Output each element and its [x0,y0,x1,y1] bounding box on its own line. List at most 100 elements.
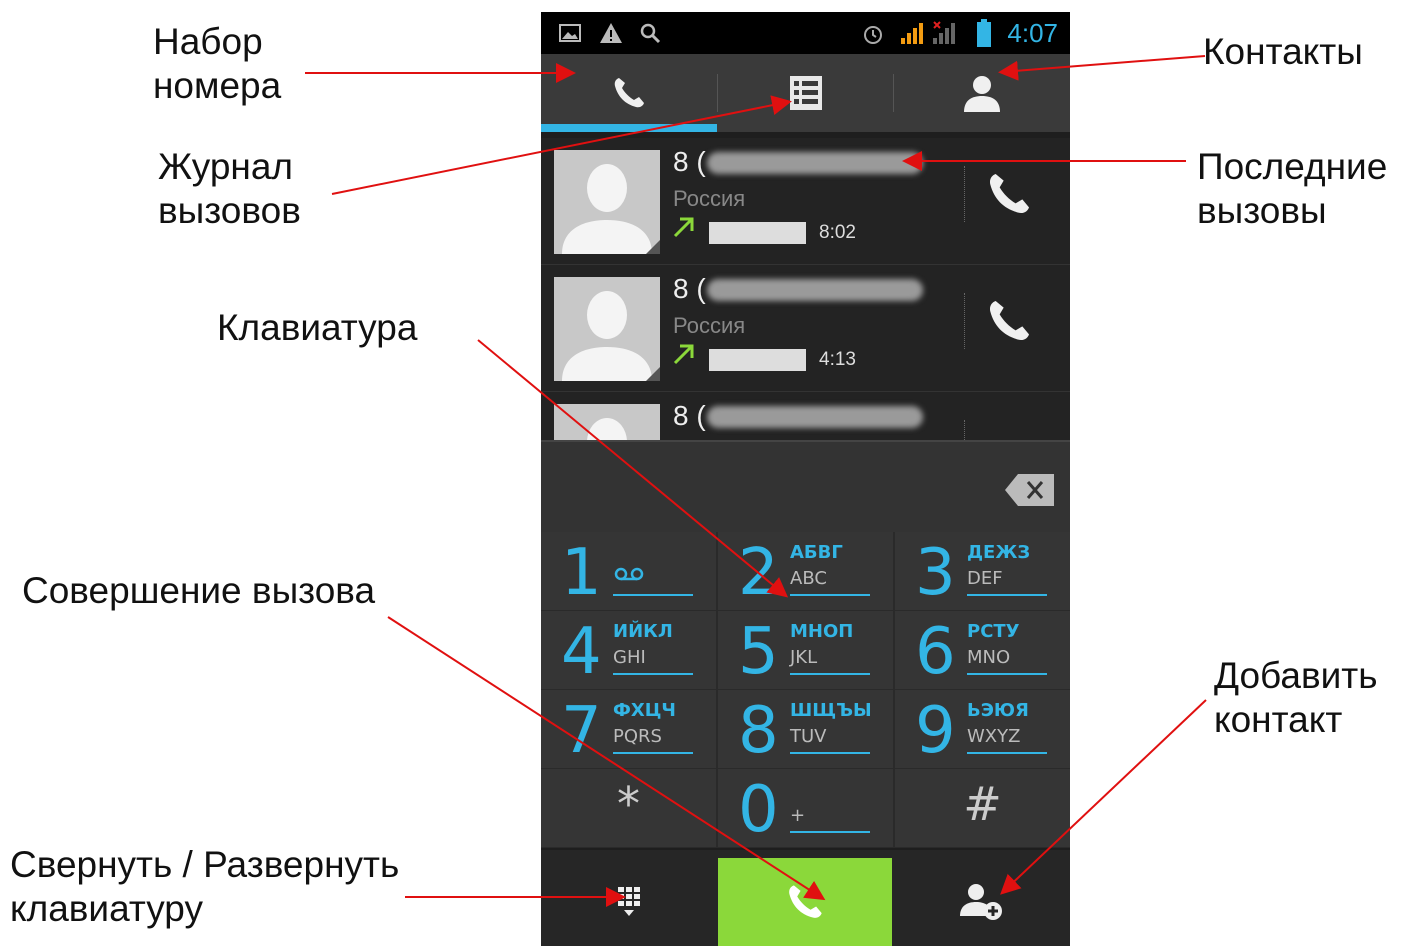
key-digit: 0 [738,773,779,847]
key-digit: 3 [915,536,956,610]
key-letters-latin: JKL [790,647,818,668]
key-7[interactable]: 7 ФХЦЧ PQRS [541,690,716,768]
tab-contacts[interactable] [894,54,1070,132]
toggle-keypad-button[interactable] [541,858,717,946]
key-letters-latin: PQRS [613,726,662,747]
call-country: Россия [673,186,746,211]
digits-field[interactable] [541,440,1070,534]
person-icon [964,76,1000,112]
signal-icon [901,23,923,44]
key-digit: 5 [738,615,779,689]
call-number: 8 ( [673,273,706,304]
phone-screen: 4:07 8 ( Россия 8:02 8 (Россия 4:13 8 (… [541,12,1070,946]
key-9[interactable]: 9 ЬЭЮЯ WXYZ [895,690,1070,768]
recent-call-row[interactable]: 8 ( Россия 4:13 [541,265,1070,392]
callout-keypad: Клавиатура [217,307,418,348]
alarm-icon [864,26,882,44]
call-back-icon[interactable] [985,170,1033,218]
recent-call-row[interactable]: 8 ( [541,392,1070,440]
callout-dial-number: Набор номера [153,20,281,108]
key-symbol: # [963,777,1002,831]
voicemail-icon [614,567,644,581]
key-4[interactable]: 4 ИЙКЛ GHI [541,611,716,689]
key-2[interactable]: 2 АБВГ ABC [718,532,893,610]
signal-noservice-icon [933,21,955,44]
callout-call-log-line1: Журнал [158,146,294,187]
key-letters-cyrillic: ДЕЖЗ [967,542,1031,563]
callout-contacts: Контакты [1203,31,1363,72]
phone-icon [614,78,644,108]
key-6[interactable]: 6 РСТУ MNO [895,611,1070,689]
row-divider [964,420,965,440]
call-back-icon[interactable] [985,297,1033,345]
tab-call-log[interactable] [718,54,894,132]
call-duration: 8:02 [819,222,856,243]
key-8[interactable]: 8 ШЩЪЫ TUV [718,690,893,768]
callout-add-contact: Добавить контакт [1214,654,1378,742]
key-1[interactable]: 1 [541,532,716,610]
callout-call-log: Журнал вызовов [158,145,301,233]
add-contact-button[interactable] [893,858,1069,946]
key-underline [967,673,1047,675]
key-hash[interactable]: # [895,769,1070,847]
status-time: 4:07 [1007,18,1058,48]
outgoing-call-icon [673,217,694,238]
key-underline [613,752,693,754]
key-0[interactable]: 0 + [718,769,893,847]
key-letters-latin: TUV [790,726,827,747]
add-contact-icon [960,884,1002,920]
key-digit: 6 [915,615,956,689]
key-5[interactable]: 5 МНОП JKL [718,611,893,689]
keypad: 1 2 АБВГ ABC 3 ДЕЖЗ DEF 4 ИЙКЛ GHI 5 МНОП JKL 6 РСТУ MN… [541,532,1070,848]
warning-icon [600,23,622,43]
key-underline [790,673,870,675]
redacted-date [709,222,806,244]
image-icon [559,24,581,42]
key-underline [613,673,693,675]
callout-make-call: Совершение вызова [22,570,376,611]
key-letters-latin: + [790,805,806,826]
key-star[interactable]: * [541,769,716,847]
redacted-date [709,349,806,371]
redacted-number [707,279,923,301]
callout-toggle-keypad-line2: клавиатуру [10,888,203,929]
contact-avatar [554,404,660,440]
phone-call-icon [789,885,822,918]
key-underline [967,594,1047,596]
call-number: 8 ( [673,400,706,431]
callout-add-contact-line2: контакт [1214,699,1343,740]
key-3[interactable]: 3 ДЕЖЗ DEF [895,532,1070,610]
search-icon [640,23,661,44]
key-letters-cyrillic: АБВГ [790,542,843,563]
key-underline [613,594,693,596]
key-letters-latin: DEF [967,568,1003,589]
backspace-icon[interactable] [1004,472,1056,508]
dial-button[interactable] [718,858,892,946]
callout-toggle-keypad-line1: Свернуть / Развернуть [10,844,400,885]
call-duration: 4:13 [819,349,856,370]
call-number: 8 ( [673,146,706,177]
key-underline [790,831,870,833]
key-underline [967,752,1047,754]
key-letters-latin: MNO [967,647,1011,668]
status-bar: 4:07 [541,12,1070,54]
redacted-number [707,406,923,428]
call-country: Россия [673,313,746,338]
contact-avatar [554,150,660,254]
tab-selected-indicator [541,124,717,132]
key-letters-cyrillic: ШЩЪЫ [790,700,872,721]
key-letters-cyrillic: ЬЭЮЯ [967,700,1029,721]
key-underline [790,594,870,596]
key-letters-latin: WXYZ [967,726,1021,747]
tab-bar [541,54,1070,132]
bottom-action-bar [541,850,1070,946]
key-letters-cyrillic: ИЙКЛ [613,621,673,642]
key-letters-cyrillic: МНОП [790,621,854,642]
key-digit: 9 [915,694,956,768]
key-letters-cyrillic: ФХЦЧ [613,700,676,721]
callout-recent-calls-line1: Последние [1197,146,1388,187]
key-digit: 7 [561,694,602,768]
recent-call-row[interactable]: 8 ( Россия 8:02 [541,138,1070,265]
tab-dialer[interactable] [541,54,717,132]
key-letters-latin: ABC [790,568,827,589]
